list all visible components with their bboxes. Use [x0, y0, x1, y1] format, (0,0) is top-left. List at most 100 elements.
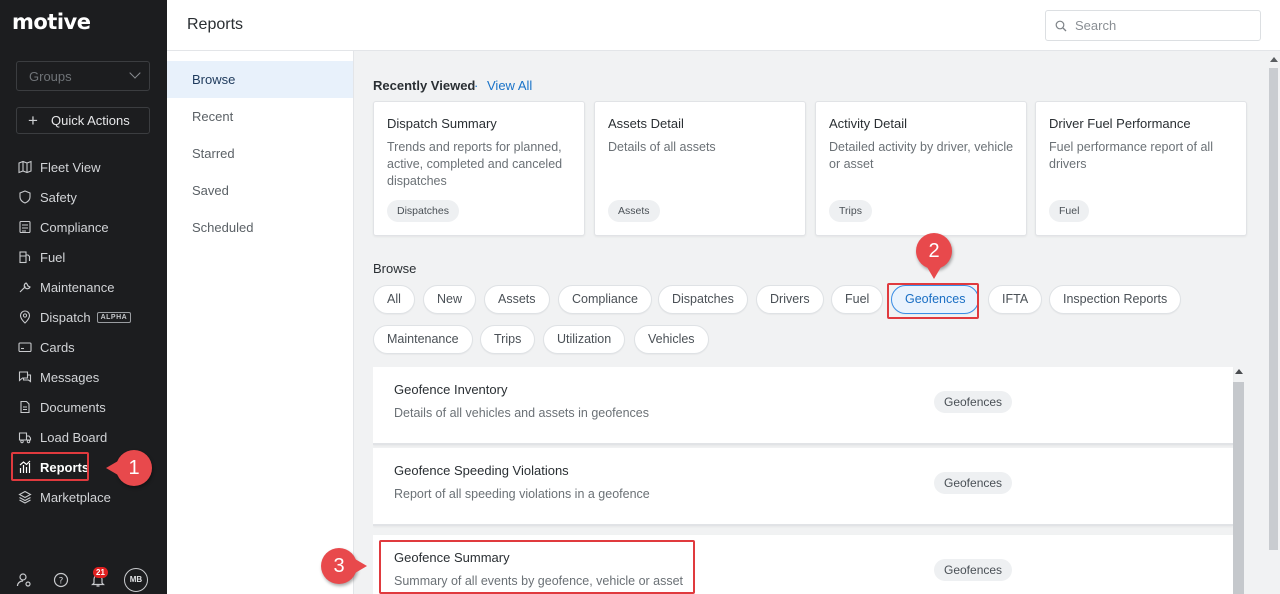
- groups-dropdown[interactable]: Groups: [16, 61, 150, 91]
- sidebar-item-documents[interactable]: Documents: [0, 392, 167, 422]
- recent-report-card[interactable]: Assets Detail Details of all assets Asse…: [594, 101, 806, 236]
- step-marker-2: 2: [916, 233, 952, 279]
- report-title: Geofence Speeding Violations: [394, 463, 569, 478]
- sidebar-item-label: Documents: [40, 399, 106, 415]
- sidebar-item-marketplace[interactable]: Marketplace: [0, 482, 167, 512]
- chip-dispatches[interactable]: Dispatches: [658, 285, 748, 314]
- groups-placeholder: Groups: [29, 69, 72, 84]
- card-title: Activity Detail: [829, 116, 908, 131]
- checklist-icon: [18, 220, 32, 234]
- report-title: Geofence Inventory: [394, 382, 508, 397]
- chip-all[interactable]: All: [373, 285, 415, 314]
- chip-utilization[interactable]: Utilization: [543, 325, 626, 354]
- sidebar-item-safety[interactable]: Safety: [0, 182, 167, 212]
- search-box[interactable]: [1045, 10, 1261, 41]
- sidebar-item-label: Dispatch: [40, 309, 91, 325]
- subnav-starred[interactable]: Starred: [167, 135, 353, 172]
- step-marker-1: 1: [106, 450, 152, 486]
- card-description: Detailed activity by driver, vehicle or …: [829, 140, 1014, 171]
- sidebar-item-cards[interactable]: Cards: [0, 332, 167, 362]
- subnav-recent[interactable]: Recent: [167, 98, 353, 135]
- recent-report-card[interactable]: Driver Fuel Performance Fuel performance…: [1035, 101, 1247, 236]
- subnav-browse[interactable]: Browse: [167, 61, 353, 98]
- truck-icon: [18, 430, 32, 444]
- document-icon: [18, 400, 32, 414]
- motive-logo[interactable]: motive: [12, 10, 91, 34]
- card-description: Fuel performance report of all drivers: [1049, 140, 1213, 171]
- sidebar-item-label: Compliance: [40, 219, 109, 235]
- help-icon[interactable]: ?: [53, 572, 69, 588]
- sidebar-item-label: Maintenance: [40, 279, 115, 295]
- notification-count-badge: 21: [93, 567, 108, 578]
- category-tag: Geofences: [934, 472, 1013, 494]
- sidebar-item-fleet-view[interactable]: Fleet View: [0, 152, 167, 182]
- chip-compliance[interactable]: Compliance: [558, 285, 653, 314]
- card-title: Dispatch Summary: [387, 116, 497, 131]
- scroll-up-arrow-icon[interactable]: [1235, 369, 1243, 374]
- sidebar: motive Groups + Quick Actions Fleet View…: [0, 0, 167, 594]
- subnav-scheduled[interactable]: Scheduled: [167, 209, 353, 246]
- report-title: Geofence Summary: [394, 550, 510, 565]
- sidebar-item-messages[interactable]: Messages: [0, 362, 167, 392]
- layers-icon: [18, 490, 32, 504]
- quick-actions-label: Quick Actions: [51, 113, 130, 128]
- report-row[interactable]: Geofence Inventory Details of all vehicl…: [373, 367, 1233, 445]
- category-tag: Geofences: [934, 391, 1013, 413]
- report-list: Geofence Inventory Details of all vehicl…: [373, 367, 1246, 594]
- shield-icon: [18, 190, 32, 204]
- report-description: Report of all speeding violations in a g…: [394, 487, 650, 501]
- chip-new[interactable]: New: [423, 285, 477, 314]
- chip-geofences[interactable]: Geofences: [891, 285, 980, 314]
- card-description: Trends and reports for planned, active, …: [387, 140, 563, 188]
- avatar[interactable]: MB: [124, 568, 148, 592]
- chip-assets[interactable]: Assets: [484, 285, 550, 314]
- step-marker-3: 3: [321, 548, 367, 584]
- report-row[interactable]: Geofence Speeding Violations Report of a…: [373, 448, 1233, 526]
- sidebar-item-dispatch[interactable]: Dispatch ALPHA: [0, 302, 167, 332]
- user-settings-icon[interactable]: [16, 572, 32, 588]
- chip-inspection-reports[interactable]: Inspection Reports: [1049, 285, 1182, 314]
- sidebar-item-label: Marketplace: [40, 489, 111, 505]
- sidebar-item-compliance[interactable]: Compliance: [0, 212, 167, 242]
- credit-card-icon: [18, 340, 32, 354]
- card-title: Driver Fuel Performance: [1049, 116, 1191, 131]
- chip-ifta[interactable]: IFTA: [988, 285, 1043, 314]
- recent-report-card[interactable]: Dispatch Summary Trends and reports for …: [373, 101, 585, 236]
- sidebar-item-load-board[interactable]: Load Board: [0, 422, 167, 452]
- recently-viewed-title: Recently Viewed: [373, 78, 476, 93]
- reports-subnav: Browse Recent Starred Saved Scheduled: [167, 51, 354, 594]
- sidebar-item-maintenance[interactable]: Maintenance: [0, 272, 167, 302]
- sidebar-item-label: Messages: [40, 369, 100, 385]
- chip-maintenance[interactable]: Maintenance: [373, 325, 473, 354]
- sidebar-item-fuel[interactable]: Fuel: [0, 242, 167, 272]
- quick-actions-button[interactable]: + Quick Actions: [16, 107, 150, 134]
- svg-text:?: ?: [59, 577, 64, 587]
- view-all-link[interactable]: View All: [487, 78, 532, 93]
- alpha-badge: ALPHA: [96, 311, 132, 323]
- plus-icon: +: [28, 111, 38, 130]
- subnav-saved[interactable]: Saved: [167, 172, 353, 209]
- recent-report-card[interactable]: Activity Detail Detailed activity by dri…: [815, 101, 1027, 236]
- header: Reports: [167, 0, 1280, 51]
- browse-title: Browse: [373, 261, 417, 276]
- report-row[interactable]: Geofence Summary Summary of all events b…: [373, 535, 1233, 594]
- sidebar-item-label: Reports: [40, 459, 90, 475]
- chip-drivers[interactable]: Drivers: [756, 285, 824, 314]
- chevron-down-icon: [129, 67, 141, 79]
- chip-vehicles[interactable]: Vehicles: [634, 325, 709, 354]
- category-tag: Assets: [608, 200, 660, 222]
- list-scrollbar[interactable]: [1233, 382, 1244, 594]
- page-scrollbar[interactable]: [1269, 68, 1278, 550]
- category-tag: Dispatches: [387, 200, 459, 222]
- search-input[interactable]: [1075, 18, 1255, 33]
- page-scroll-up-arrow-icon[interactable]: [1270, 57, 1278, 62]
- chip-trips[interactable]: Trips: [480, 325, 536, 354]
- map-icon: [18, 160, 32, 174]
- fuel-pump-icon: [18, 250, 32, 264]
- card-description: Details of all assets: [608, 140, 716, 154]
- search-icon: [1055, 20, 1067, 32]
- sidebar-item-label: Safety: [40, 189, 77, 205]
- page-title: Reports: [187, 16, 244, 33]
- chip-fuel[interactable]: Fuel: [831, 285, 884, 314]
- category-tag: Fuel: [1049, 200, 1090, 222]
